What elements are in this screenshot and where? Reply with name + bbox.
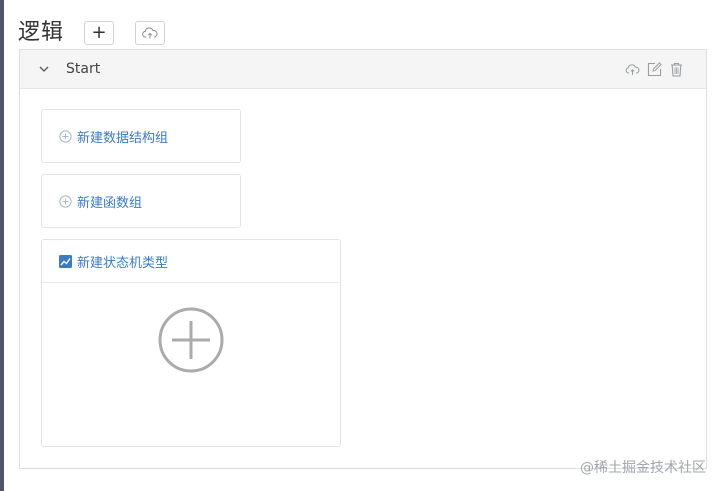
logic-panel: Start 新建数据结构组 新建函数组 新建状态机类型 — [19, 49, 707, 469]
add-button[interactable]: + — [84, 21, 115, 45]
page-header: 逻辑 + — [18, 18, 166, 48]
left-sidebar-edge — [0, 0, 4, 491]
panel-actions — [625, 50, 684, 89]
cloud-upload-icon — [142, 27, 158, 39]
add-button-label: + — [91, 22, 107, 43]
add-state-machine-button[interactable] — [158, 307, 224, 373]
panel-header: Start — [20, 50, 706, 89]
edit-icon — [647, 62, 662, 77]
new-state-machine-type-label: 新建状态机类型 — [77, 255, 169, 271]
new-data-structure-group-label: 新建数据结构组 — [77, 130, 169, 146]
collapse-toggle[interactable] — [37, 62, 51, 76]
plus-circle-icon — [59, 129, 72, 143]
chart-checkbox-icon — [59, 254, 72, 268]
new-data-structure-group-card[interactable]: 新建数据结构组 — [41, 109, 241, 163]
trash-icon — [671, 62, 682, 77]
cloud-upload-icon — [625, 64, 640, 75]
cloud-upload-action[interactable] — [625, 62, 640, 77]
panel-title: Start — [66, 61, 101, 77]
new-function-group-card[interactable]: 新建函数组 — [41, 174, 241, 228]
delete-action[interactable] — [669, 62, 684, 77]
watermark: @稀土掘金技术社区 — [580, 460, 706, 476]
page-title: 逻辑 — [18, 20, 65, 45]
edit-action[interactable] — [647, 62, 662, 77]
chevron-down-icon — [39, 66, 49, 72]
plus-circle-icon — [59, 194, 72, 208]
new-state-machine-type-button[interactable]: 新建状态机类型 — [42, 240, 340, 283]
new-state-machine-type-card: 新建状态机类型 — [41, 239, 341, 447]
new-function-group-label: 新建函数组 — [77, 195, 143, 211]
new-function-group-button[interactable]: 新建函数组 — [42, 175, 240, 227]
upload-button[interactable] — [135, 21, 166, 45]
plus-circle-large-icon — [158, 307, 224, 373]
new-data-structure-group-button[interactable]: 新建数据结构组 — [42, 110, 240, 162]
